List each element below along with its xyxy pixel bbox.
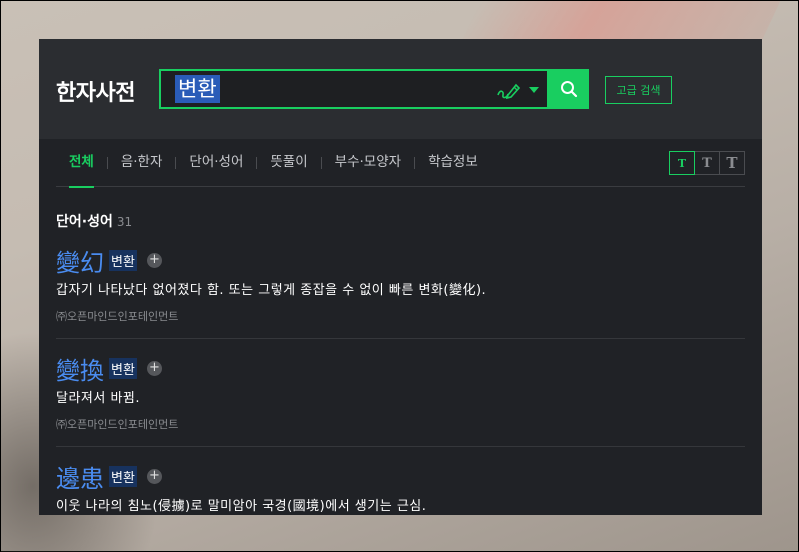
entry-head: 變換 변환 +	[56, 351, 745, 386]
tab-words-idioms[interactable]: 단어·성어	[176, 139, 256, 187]
search-box[interactable]: 변환	[159, 69, 549, 109]
tab-sound-hanja[interactable]: 음·한자	[108, 139, 176, 187]
entry-definition: 달라져서 바뀜.	[56, 391, 141, 406]
section-heading: 단어·성어 31	[56, 211, 745, 237]
entry-source: ㈜오픈마인드인포테인먼트	[56, 310, 179, 323]
dictionary-window: 한자사전 변환 고급 검색 전체 음·한자 단어·성어 뜻풀이 부수·모양자 학…	[39, 39, 762, 515]
plus-icon[interactable]: +	[146, 468, 162, 484]
entry-source: ㈜오픈마인드인포테인먼트	[56, 418, 179, 431]
entry-hanja-link[interactable]: 邊患	[56, 459, 104, 494]
background-stripe	[461, 1, 781, 41]
header: 한자사전 변환 고급 검색	[39, 39, 762, 139]
entry-hanja-link[interactable]: 變換	[56, 351, 104, 386]
result-entry: 邊患 변환 + 이웃 나라의 침노(侵擄)로 말미암아 국경(國境)에서 생기는…	[56, 447, 745, 515]
plus-icon[interactable]: +	[146, 252, 162, 268]
tab-all[interactable]: 전체	[56, 139, 107, 188]
search-button[interactable]	[549, 69, 589, 109]
chevron-down-icon[interactable]	[529, 87, 539, 93]
app-title: 한자사전	[56, 81, 135, 106]
result-entry: 變幻 변환 + 갑자기 나타났다 없어졌다 함. 또는 그렇게 종잡을 수 없이…	[56, 237, 745, 339]
search-input[interactable]: 변환	[175, 75, 220, 103]
tab-meaning[interactable]: 뜻풀이	[257, 139, 320, 187]
entry-definition: 갑자기 나타났다 없어졌다 함. 또는 그렇게 종잡을 수 없이 빠른 변화(變…	[56, 283, 487, 298]
handwriting-pen-icon[interactable]	[495, 79, 521, 101]
results-content: 단어·성어 31 變幻 변환 + 갑자기 나타났다 없어졌다 함. 또는 그렇게 …	[56, 211, 745, 515]
font-size-large-button[interactable]: T	[719, 151, 745, 175]
entry-reading: 변환	[109, 249, 137, 271]
font-size-selector: T T T	[669, 151, 745, 175]
entry-hanja-link[interactable]: 變幻	[56, 243, 104, 278]
tab-radical-shape[interactable]: 부수·모양자	[322, 139, 414, 187]
entry-definition: 이웃 나라의 침노(侵擄)로 말미암아 국경(國境)에서 생기는 근심.	[56, 499, 427, 514]
entry-head: 變幻 변환 +	[56, 243, 745, 278]
search-icon	[561, 81, 578, 98]
section-title: 단어·성어	[56, 214, 113, 230]
entry-reading: 변환	[109, 465, 137, 487]
advanced-search-button[interactable]: 고급 검색	[605, 76, 672, 104]
font-size-small-button[interactable]: T	[669, 151, 695, 175]
tab-learning-info[interactable]: 학습정보	[415, 139, 491, 187]
tab-bar: 전체 음·한자 단어·성어 뜻풀이 부수·모양자 학습정보 T T T	[56, 139, 745, 188]
entry-head: 邊患 변환 +	[56, 459, 745, 494]
font-size-medium-button[interactable]: T	[694, 151, 720, 175]
entry-reading: 변환	[109, 357, 137, 379]
result-entry: 變換 변환 + 달라져서 바뀜. ㈜오픈마인드인포테인먼트	[56, 339, 745, 447]
plus-icon[interactable]: +	[146, 360, 162, 376]
result-count: 31	[116, 215, 133, 229]
